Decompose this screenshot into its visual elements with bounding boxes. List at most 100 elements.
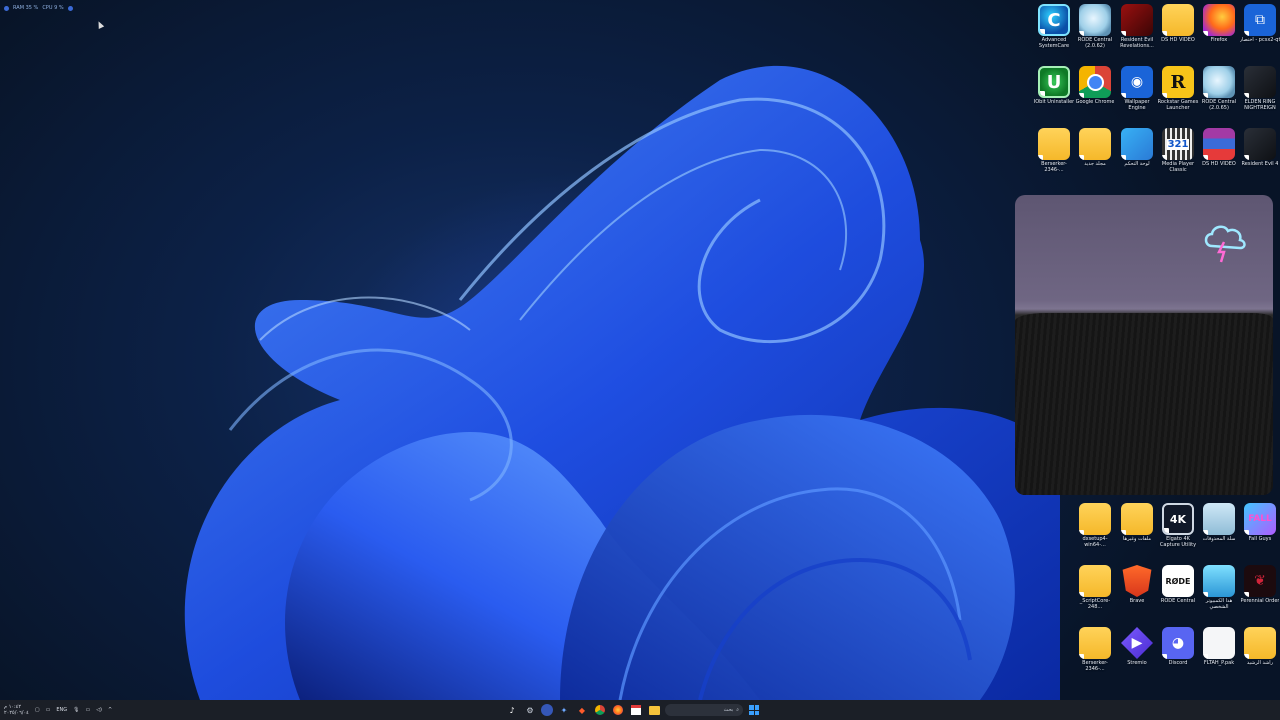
- desktop-icon-stremio[interactable]: ▶ Stremio: [1116, 627, 1158, 666]
- desktop-icon-label: ELDEN RING NIGHTREIGN: [1244, 99, 1276, 111]
- desktop-icon-discord[interactable]: ◕ Discord: [1157, 627, 1199, 666]
- folder-icon: [1121, 503, 1153, 535]
- desktop-icon-berserker-folder-1[interactable]: Berserker-2346-...: [1033, 128, 1075, 173]
- shortcut-arrow-icon: [1244, 31, 1249, 36]
- desktop-icon-scriptcore-folder[interactable]: _ScriptCore-248...: [1074, 565, 1116, 610]
- overlay-indicator-icon: [4, 5, 9, 11]
- desktop-icon-fltah-pak[interactable]: FLTAH_P.pak: [1198, 627, 1240, 666]
- desktop-icon-control-panel[interactable]: لوحة التحكم: [1116, 128, 1158, 167]
- desktop-icon-firefox[interactable]: Firefox: [1198, 4, 1240, 43]
- shortcut-arrow-icon: [1040, 29, 1045, 34]
- desktop-icon-perennial-order[interactable]: ❦ Perennial Order: [1239, 565, 1280, 604]
- shortcut-arrow-icon: [1162, 654, 1167, 659]
- shortcut-arrow-icon: [1121, 93, 1126, 98]
- webcam-couch: [1015, 313, 1273, 495]
- desktop-icon-ds-hd-video-folder[interactable]: DS HD VIDEO: [1157, 4, 1199, 43]
- calendar-icon[interactable]: [629, 703, 643, 717]
- chrome-icon: [1079, 66, 1111, 98]
- shortcut-arrow-icon: [1244, 654, 1249, 659]
- desktop-icon-label: سلة المحذوفات: [1202, 536, 1236, 542]
- desktop-icon-pcsx2[interactable]: ⧉ اختصار - pcsx2-qt: [1239, 4, 1280, 43]
- search-box[interactable]: بحث ⌕: [665, 704, 743, 716]
- copilot-icon[interactable]: ✦: [557, 703, 571, 717]
- clock[interactable]: ١٠:٤٢ م ٢٠٢٥/٠٦/٠٤: [4, 704, 29, 716]
- desktop-icon-rode-central-2062[interactable]: RODE Central (2.0.62): [1074, 4, 1116, 49]
- desktop-icon-ds-hd-video-rar[interactable]: DS HD VIDEO: [1198, 128, 1240, 167]
- desktop-icon-new-folder[interactable]: مجلد جديد: [1074, 128, 1116, 167]
- language-indicator[interactable]: ENG: [56, 707, 67, 713]
- desktop-icon-recycle-bin[interactable]: سلة المحذوفات: [1198, 503, 1240, 542]
- pcsx2-icon: ⧉: [1244, 4, 1276, 36]
- desktop-icon-label: هذا الكمبيوتر الشخصي: [1205, 598, 1233, 610]
- desktop-icon-resident-evil-4[interactable]: Resident Evil 4: [1239, 128, 1280, 167]
- desktop-icon-rode-central[interactable]: RØDE RODE Central: [1157, 565, 1199, 604]
- volume-icon[interactable]: ◁): [96, 707, 102, 713]
- desktop-icon-user-folder[interactable]: راشد الرشيد: [1239, 627, 1280, 666]
- shortcut-arrow-icon: [1079, 31, 1084, 36]
- desktop-icon-label: FLTAH_P.pak: [1203, 660, 1235, 666]
- game-icon: [1244, 128, 1276, 160]
- teamspeak-icon[interactable]: [541, 704, 553, 716]
- shortcut-arrow-icon: [1244, 530, 1249, 535]
- desktop-icon-files-folder[interactable]: ملفات وغيرها: [1116, 503, 1158, 542]
- desktop-icon-elden-ring-nightreign[interactable]: ELDEN RING NIGHTREIGN: [1239, 66, 1280, 111]
- desktop-icon-elgato-4k[interactable]: 4K Elgato 4K Capture Utility: [1157, 503, 1199, 548]
- desktop-icon-this-pc[interactable]: هذا الكمبيوتر الشخصي: [1198, 565, 1240, 610]
- settings-icon[interactable]: ⚙: [523, 703, 537, 717]
- cpu-usage: CPU 9 %: [42, 5, 64, 11]
- shortcut-arrow-icon: [1244, 93, 1249, 98]
- files-icon[interactable]: [647, 703, 661, 717]
- icon-glyph: FALL: [1248, 514, 1272, 524]
- desktop-icon-google-chrome[interactable]: Google Chrome: [1074, 66, 1116, 105]
- desktop-icon-label: dxsetup4-win64-...: [1082, 536, 1108, 548]
- desktop-icon-resident-evil-revelations[interactable]: Resident Evil Revelations...: [1116, 4, 1158, 49]
- desktop-icon-label: Firefox: [1210, 37, 1228, 43]
- desktop-icon-label: Resident Evil Revelations...: [1120, 37, 1154, 49]
- search-icon: ⌕: [736, 707, 739, 713]
- desktop-icon-label: Wallpaper Engine: [1124, 99, 1150, 111]
- desktop-icon-fall-guys[interactable]: FALL Fall Guys: [1239, 503, 1280, 542]
- icon-glyph: C: [1047, 9, 1061, 31]
- elgato-icon: 4K: [1162, 503, 1194, 535]
- shortcut-arrow-icon: [1162, 592, 1167, 597]
- display-icon[interactable]: ▭: [46, 707, 51, 713]
- desktop-icon-iobit-uninstaller[interactable]: U IObit Uninstaller: [1033, 66, 1075, 105]
- desktop-icon-advanced-systemcare[interactable]: C Advanced SystemCare: [1033, 4, 1075, 49]
- desktop-icon-label: Stremio: [1127, 660, 1147, 666]
- brave-icon[interactable]: ◆: [575, 703, 589, 717]
- desktop-icon-brave[interactable]: Brave: [1116, 565, 1158, 604]
- microphone-icon[interactable]: 🎙: [73, 707, 79, 713]
- shortcut-arrow-icon: [1203, 155, 1208, 160]
- neon-cloud-icon: [1204, 225, 1246, 263]
- desktop-icon-label: Advanced SystemCare: [1038, 37, 1070, 49]
- overlay-settings-icon[interactable]: [67, 5, 73, 11]
- desktop-icon-berserker-folder-2[interactable]: Berserker-2346-...: [1074, 627, 1116, 672]
- icon-glyph: RØDE: [1165, 576, 1191, 586]
- tiktok-icon[interactable]: ♪: [505, 703, 519, 717]
- recycle-bin-icon: [1203, 503, 1235, 535]
- firefox-icon[interactable]: [611, 703, 625, 717]
- desktop-icon-label: راشد الرشيد: [1246, 660, 1274, 666]
- stremio-icon: ▶: [1121, 627, 1153, 659]
- shortcut-arrow-icon: [1162, 31, 1167, 36]
- chevron-up-icon[interactable]: ^: [108, 707, 112, 713]
- chrome-icon[interactable]: [593, 703, 607, 717]
- desktop-icon-dxsetup-folder[interactable]: dxsetup4-win64-...: [1074, 503, 1116, 548]
- desktop-icon-rode-central-2065[interactable]: RODE Central (2.0.65): [1198, 66, 1240, 111]
- desktop-icon-media-player-classic[interactable]: 321 Media Player Classic: [1157, 128, 1199, 173]
- network-icon[interactable]: ▭: [85, 707, 90, 713]
- desktop-icon-wallpaper-engine[interactable]: ◉ Wallpaper Engine: [1116, 66, 1158, 111]
- uninstaller-icon: U: [1038, 66, 1070, 98]
- shortcut-arrow-icon: [1164, 528, 1169, 533]
- control-panel-icon: [1121, 128, 1153, 160]
- desktop-icon-label: Elgato 4K Capture Utility: [1159, 536, 1197, 548]
- shortcut-arrow-icon: [1038, 155, 1043, 160]
- shortcut-arrow-icon: [1203, 654, 1208, 659]
- desktop-icon-label: DS HD VIDEO: [1202, 161, 1236, 167]
- icon-glyph: U: [1046, 71, 1062, 93]
- notification-icon[interactable]: ▢: [35, 707, 40, 713]
- start-button[interactable]: [747, 703, 761, 717]
- webcam-overlay: [1015, 195, 1273, 495]
- desktop-icon-rockstar-launcher[interactable]: R Rockstar Games Launcher: [1157, 66, 1199, 111]
- shortcut-arrow-icon: [1162, 93, 1167, 98]
